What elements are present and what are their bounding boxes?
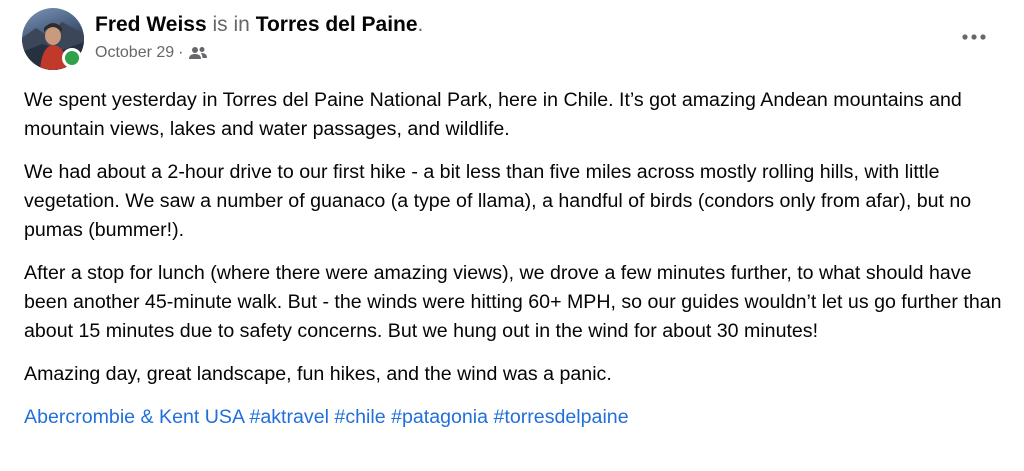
tag-link-abercrombie-kent[interactable]: Abercrombie & Kent USA [24, 406, 244, 428]
more-options-icon [961, 27, 987, 45]
post-date-link[interactable]: October 29 [95, 43, 174, 63]
friends-icon[interactable] [189, 46, 208, 60]
post-paragraph-3: After a stop for lunch (where there were… [24, 262, 1002, 342]
post: Fred Weiss is in Torres del Paine. Octob… [0, 0, 1024, 471]
online-status-indicator [62, 48, 82, 68]
hashtag-aktravel[interactable]: #aktravel [249, 406, 329, 428]
post-paragraph-2: We had about a 2-hour drive to our first… [24, 161, 972, 241]
post-tags: Abercrombie & Kent USA #aktravel #chile … [24, 403, 1009, 432]
location-link[interactable]: Torres del Paine [256, 13, 418, 36]
author-name-link[interactable]: Fred Weiss [95, 13, 207, 36]
post-body: We spent yesterday in Torres del Paine N… [24, 86, 1009, 446]
hashtag-torresdelpaine[interactable]: #torresdelpaine [494, 406, 629, 428]
post-header: Fred Weiss is in Torres del Paine. [95, 12, 423, 38]
post-paragraph-4: Amazing day, great landscape, fun hikes,… [24, 363, 612, 385]
header-period: . [417, 13, 424, 36]
more-options-button[interactable] [956, 22, 992, 50]
avatar[interactable] [22, 8, 84, 70]
hashtag-patagonia[interactable]: #patagonia [391, 406, 488, 428]
hashtag-chile[interactable]: #chile [334, 406, 385, 428]
post-meta: October 29 · [95, 43, 208, 63]
meta-separator: · [178, 44, 184, 61]
post-paragraph-1: We spent yesterday in Torres del Paine N… [24, 89, 962, 140]
is-in-text: is in [212, 13, 250, 36]
